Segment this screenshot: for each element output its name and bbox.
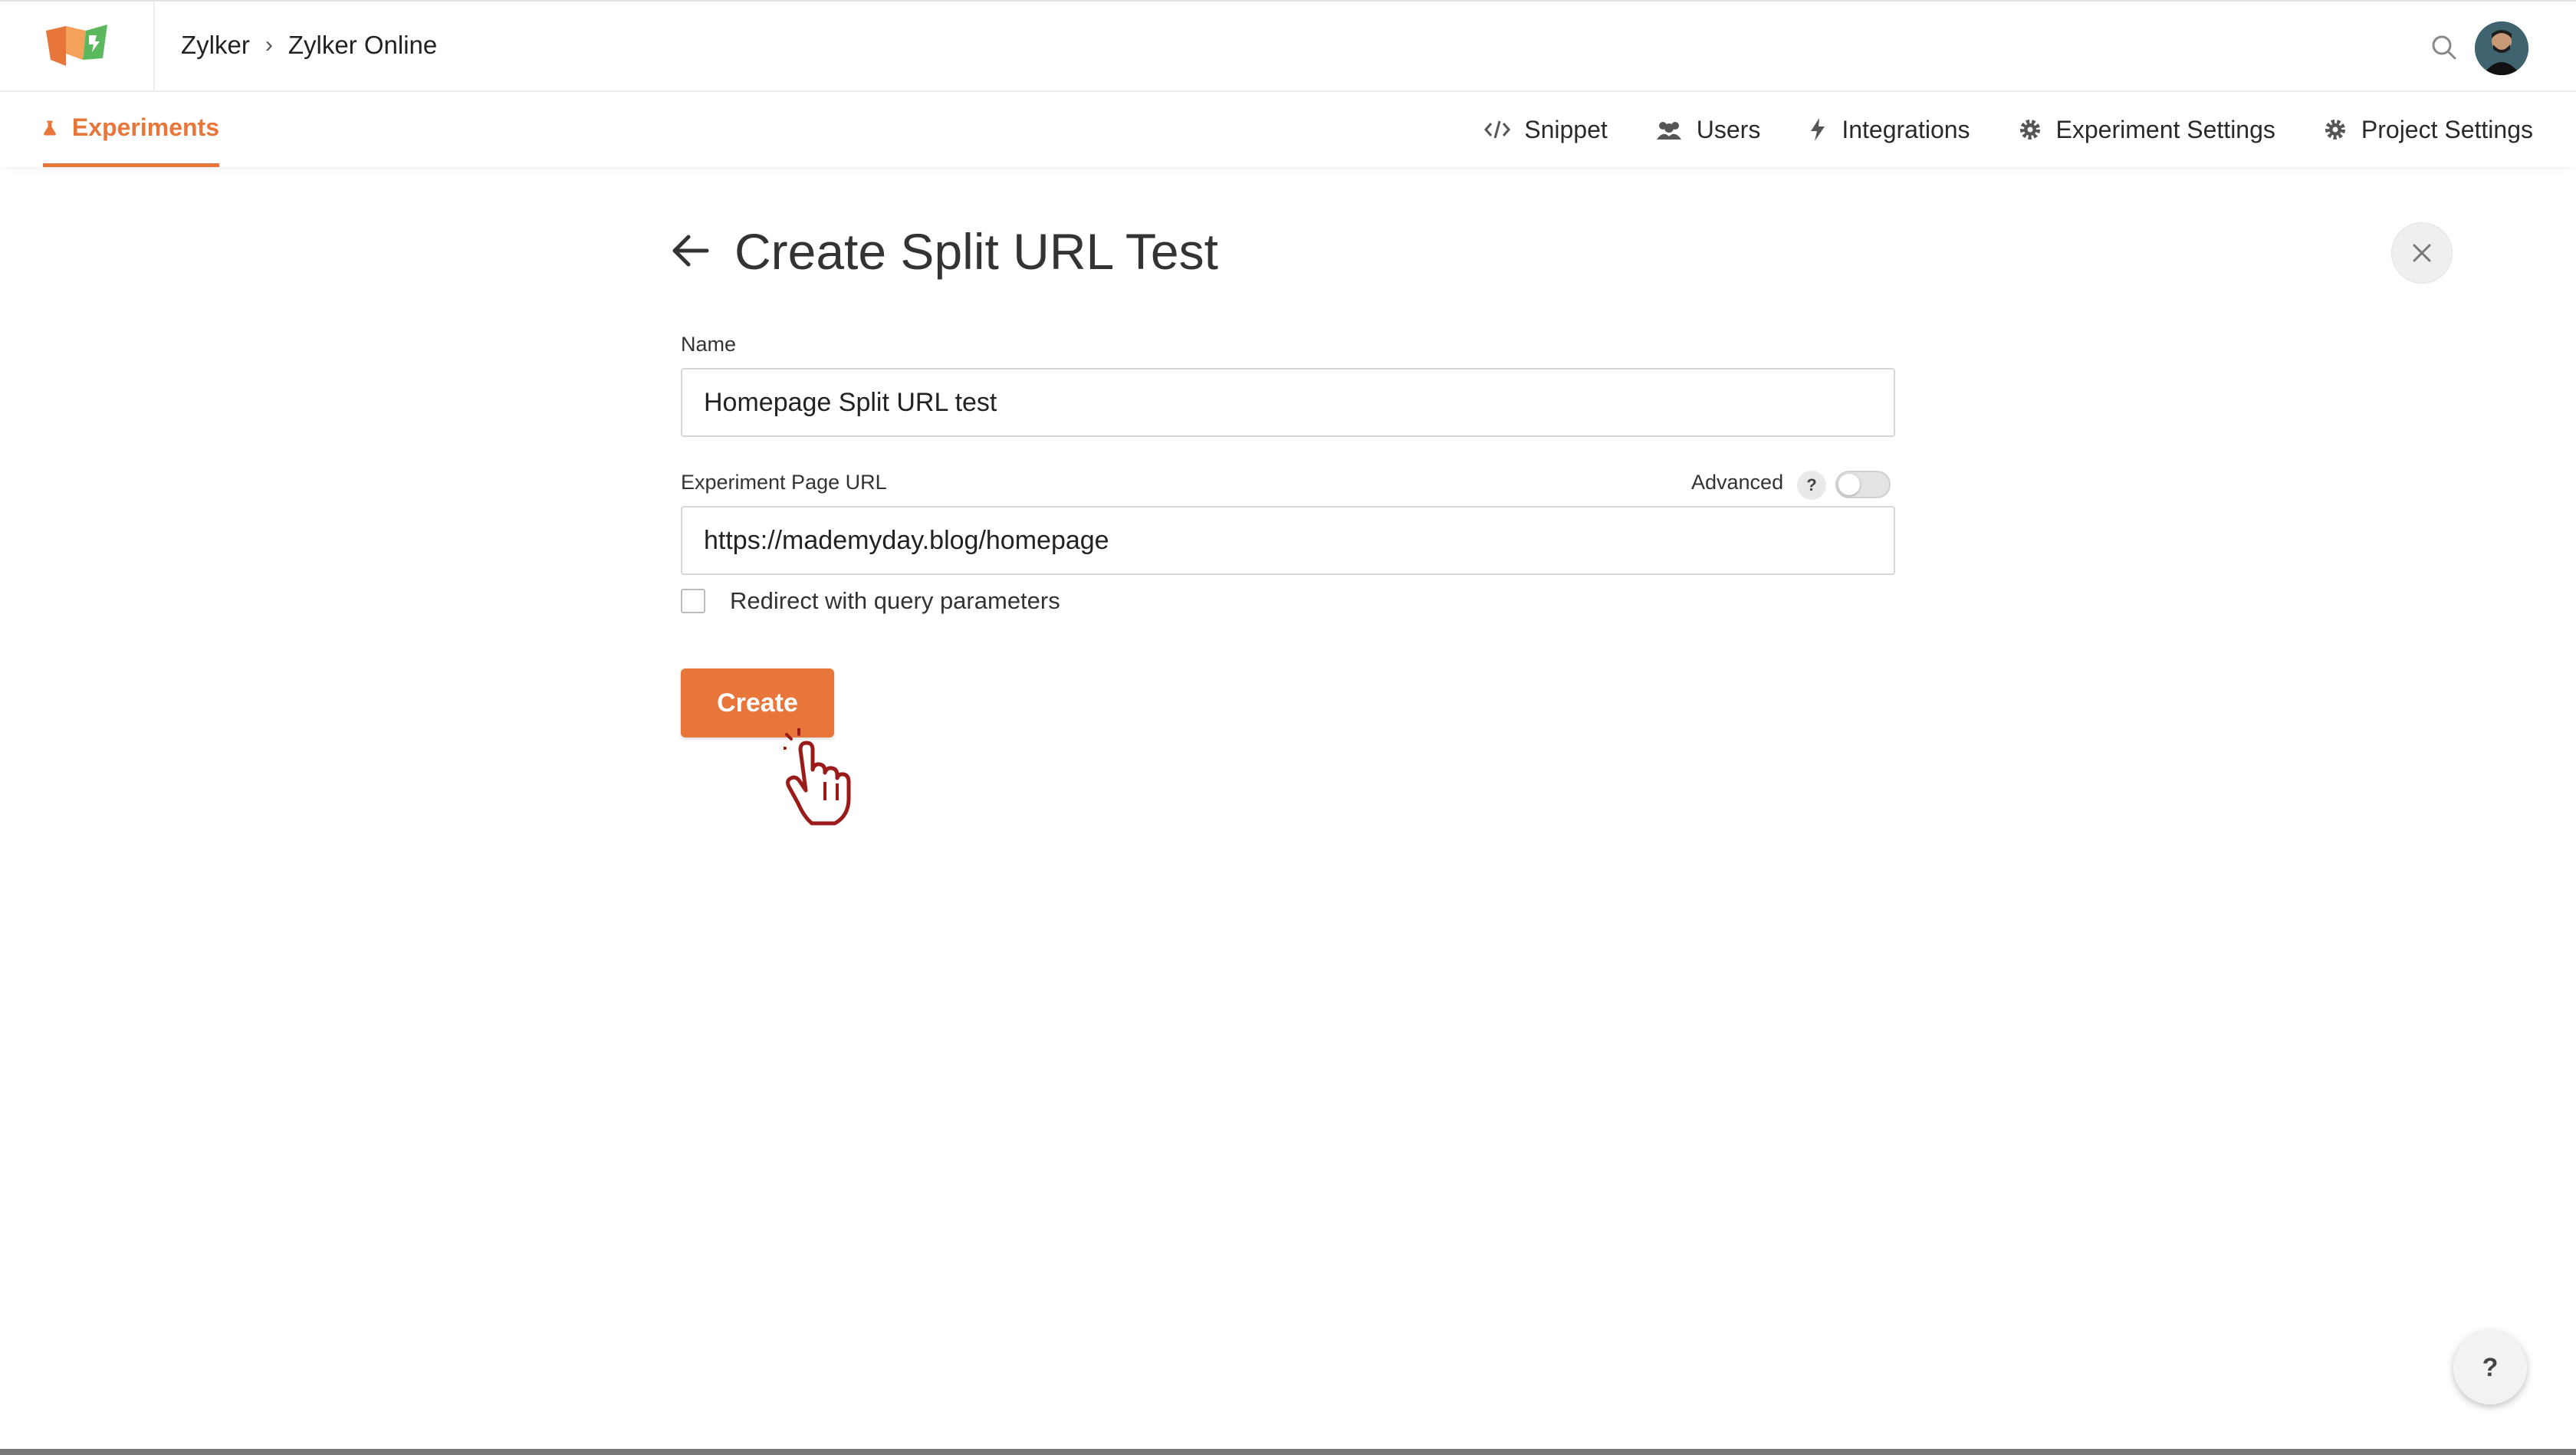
gear-icon: [2019, 120, 2040, 140]
hand-cursor-icon: [784, 728, 851, 826]
advanced-help-icon[interactable]: ?: [1797, 471, 1826, 500]
page-title: Create Split URL Test: [734, 223, 1218, 280]
experiment-url-input[interactable]: [681, 506, 1895, 575]
help-fab-button[interactable]: ?: [2453, 1331, 2527, 1404]
pagesense-logo-icon: [46, 25, 107, 66]
arrow-left-icon: [672, 235, 709, 267]
nav-right-group: Snippet Users Integrations Experiment Se…: [1437, 92, 2533, 167]
name-input[interactable]: [681, 368, 1895, 437]
search-button[interactable]: [2429, 32, 2459, 63]
advanced-label: Advanced: [1691, 471, 1784, 494]
url-label: Experiment Page URL: [681, 471, 887, 494]
redirect-label[interactable]: Redirect with query parameters: [730, 587, 1060, 615]
avatar-icon: [2475, 21, 2528, 75]
nav-snippet-label: Snippet: [1524, 115, 1608, 143]
breadcrumb: Zylker › Zylker Online: [181, 31, 437, 60]
users-icon: [1656, 122, 1681, 140]
nav-integrations[interactable]: Integrations: [1808, 116, 1970, 144]
lightning-icon: [1811, 118, 1825, 141]
toggle-knob: [1838, 474, 1860, 495]
tab-experiments-label: Experiments: [71, 113, 219, 141]
nav-snippet[interactable]: Snippet: [1484, 116, 1608, 144]
flask-icon: [44, 120, 56, 136]
search-icon: [2432, 35, 2456, 60]
nav-users[interactable]: Users: [1655, 115, 1761, 144]
redirect-checkbox[interactable]: [681, 589, 705, 613]
gear-icon: [2325, 120, 2345, 140]
breadcrumb-org[interactable]: Zylker: [181, 31, 250, 60]
nav-bar: Experiments Snippet Users Integrations E…: [0, 92, 2576, 167]
nav-experiment-settings[interactable]: Experiment Settings: [2018, 116, 2275, 144]
tab-experiments[interactable]: Experiments: [43, 92, 219, 167]
user-avatar[interactable]: [2475, 21, 2528, 75]
nav-users-label: Users: [1696, 115, 1761, 143]
nav-integrations-label: Integrations: [1842, 115, 1970, 143]
advanced-toggle[interactable]: [1835, 471, 1891, 498]
code-icon: [1484, 120, 1511, 139]
name-label: Name: [681, 333, 737, 356]
create-button[interactable]: Create: [681, 668, 834, 737]
logo-area[interactable]: [0, 2, 155, 92]
breadcrumb-separator: ›: [264, 32, 273, 57]
top-header: Zylker › Zylker Online: [0, 0, 2576, 92]
bottom-edge-strip: [0, 1449, 2576, 1455]
nav-experiment-settings-label: Experiment Settings: [2055, 115, 2275, 143]
close-button[interactable]: [2391, 222, 2453, 284]
nav-project-settings-label: Project Settings: [2361, 115, 2533, 143]
back-button[interactable]: [670, 230, 711, 271]
nav-project-settings[interactable]: Project Settings: [2323, 116, 2533, 144]
close-icon: [2413, 244, 2431, 262]
breadcrumb-project[interactable]: Zylker Online: [288, 31, 437, 60]
